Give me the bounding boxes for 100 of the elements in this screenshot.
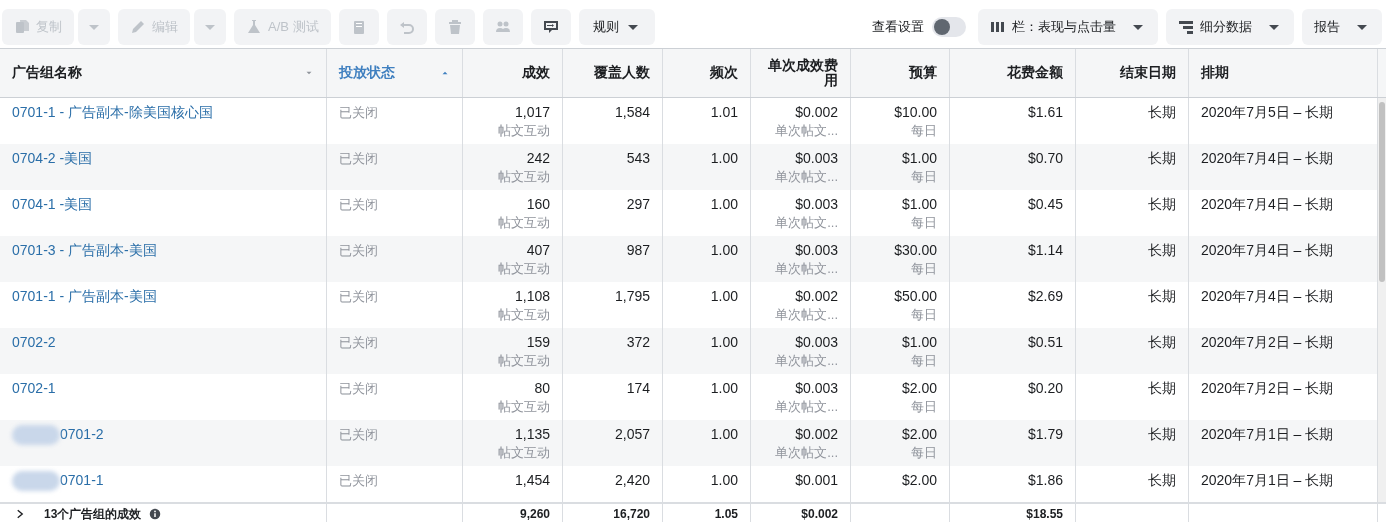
scrollbar[interactable]	[1378, 98, 1386, 502]
ad-set-link[interactable]: 0701-1 - 广告副本-美国	[12, 288, 157, 304]
status-text: 已关闭	[339, 197, 378, 212]
table-cell: 长期	[1148, 242, 1176, 258]
ad-set-link[interactable]: 0704-1 -美国	[12, 196, 93, 212]
breakdown-icon	[1178, 19, 1194, 35]
table-cell: 2,420	[614, 472, 650, 488]
dropdown-button[interactable]: 细分数据	[1166, 9, 1294, 45]
column-header[interactable]: 排期	[1189, 49, 1378, 97]
column-header[interactable]: 成效	[463, 49, 563, 97]
cell-subtext: 单次帖文...	[774, 213, 838, 232]
status-text: 已关闭	[339, 105, 378, 120]
cell-subtext: 每日	[910, 443, 937, 462]
table-cell: 长期	[1148, 380, 1176, 396]
status-text: 已关闭	[339, 151, 378, 166]
pencil-icon	[130, 19, 146, 35]
table-cell: $0.001	[795, 472, 838, 488]
ad-set-link[interactable]: 0704-2 -美国	[12, 150, 93, 166]
table-cell: $0.002	[795, 426, 838, 442]
cell-subtext: 帖文互动	[497, 167, 550, 186]
toggle-switch[interactable]	[932, 17, 966, 37]
table-cell: $0.002	[795, 288, 838, 304]
ad-set-link[interactable]: 0702-1	[12, 380, 56, 396]
compare-icon	[542, 19, 559, 35]
summary-value: 1.05	[714, 507, 738, 521]
table-cell: 1,017	[514, 104, 550, 120]
table-cell: 长期	[1148, 334, 1176, 350]
dropdown-button[interactable]: 报告	[1302, 9, 1382, 45]
columns-icon	[990, 19, 1006, 35]
table-cell: $0.003	[795, 150, 838, 166]
copy-icon	[14, 19, 30, 35]
cell-subtext: 每日	[910, 351, 937, 370]
table-cell: 2020年7月4日 – 长期	[1201, 288, 1334, 304]
cell-subtext: 单次帖文...	[774, 351, 838, 370]
table-cell: 1.01	[710, 104, 738, 120]
table-cell: 1.00	[710, 150, 738, 166]
table-cell: 长期	[1148, 426, 1176, 442]
table-cell: 2020年7月2日 – 长期	[1201, 380, 1334, 396]
table-cell: 2020年7月4日 – 长期	[1201, 196, 1334, 212]
cell-subtext: 单次帖文...	[774, 121, 838, 140]
table-cell: 1.00	[710, 334, 738, 350]
table-cell: $30.00	[894, 242, 937, 258]
table-cell: 长期	[1148, 472, 1176, 488]
table-cell: 1.00	[710, 288, 738, 304]
cell-subtext: 帖文互动	[497, 351, 550, 370]
ad-set-link[interactable]: 0701-2	[60, 426, 104, 442]
table-cell: 297	[626, 196, 650, 212]
table-cell: 长期	[1148, 150, 1176, 166]
ad-set-link[interactable]: 0702-2	[12, 334, 56, 350]
table-cell: $1.00	[901, 150, 937, 166]
table-cell: 1,108	[514, 288, 550, 304]
table-cell: $50.00	[894, 288, 937, 304]
cell-subtext: 每日	[910, 121, 937, 140]
column-header[interactable]: 花费金额	[950, 49, 1076, 97]
column-header[interactable]: 单次成效费用	[751, 49, 851, 97]
column-header[interactable]: 投放状态	[327, 49, 463, 97]
column-header[interactable]: 结束日期	[1076, 49, 1189, 97]
table-cell: $0.002	[795, 104, 838, 120]
table-cell: 1.00	[710, 426, 738, 442]
table-cell: $10.00	[894, 104, 937, 120]
table-cell: $1.14	[1027, 242, 1063, 258]
table-cell: $2.69	[1027, 288, 1063, 304]
icon-button[interactable]	[530, 9, 571, 45]
column-header[interactable]: 广告组名称	[0, 49, 327, 97]
dropdown-button[interactable]: 规则	[578, 9, 655, 45]
column-header[interactable]: 覆盖人数	[563, 49, 663, 97]
table-cell: $0.20	[1027, 380, 1063, 396]
table-cell: $0.70	[1027, 150, 1063, 166]
cell-subtext: 帖文互动	[497, 443, 550, 462]
table-cell: $0.003	[795, 196, 838, 212]
table-cell: 543	[626, 150, 650, 166]
column-header[interactable]: 频次	[663, 49, 751, 97]
flask-icon	[246, 19, 262, 35]
table-cell: 2020年7月1日 – 长期	[1201, 472, 1334, 488]
table-cell: 1,584	[614, 104, 650, 120]
status-text: 已关闭	[339, 473, 378, 488]
undo-icon	[398, 19, 415, 35]
table-cell: 2020年7月4日 – 长期	[1201, 242, 1334, 258]
table-cell: 长期	[1148, 288, 1176, 304]
ad-set-link[interactable]: 0701-3 - 广告副本-美国	[12, 242, 157, 258]
view-settings-label: 查看设置	[872, 18, 924, 37]
table-cell: $2.00	[901, 380, 937, 396]
dropdown-button[interactable]: 栏：表现与点击量	[978, 9, 1158, 45]
table-cell: $0.003	[795, 334, 838, 350]
trash-icon	[446, 19, 463, 35]
column-header[interactable]: 预算	[851, 49, 950, 97]
cell-subtext: 每日	[910, 397, 937, 416]
table-cell: 407	[526, 242, 550, 258]
table-cell: 1.00	[710, 196, 738, 212]
table-cell: $0.45	[1027, 196, 1063, 212]
ad-set-link[interactable]: 0701-1 - 广告副本-除美国核心国	[12, 104, 213, 120]
table-cell: $1.79	[1027, 426, 1063, 442]
table-cell: 1,454	[514, 472, 550, 488]
table-cell: $1.00	[901, 196, 937, 212]
table-cell: $0.51	[1027, 334, 1063, 350]
cell-subtext: 单次帖文...	[774, 305, 838, 324]
cell-subtext: 每日	[910, 213, 937, 232]
ad-set-link[interactable]: 0701-1	[60, 472, 104, 488]
table-cell: 1.00	[710, 380, 738, 396]
table-cell: $2.00	[901, 426, 937, 442]
